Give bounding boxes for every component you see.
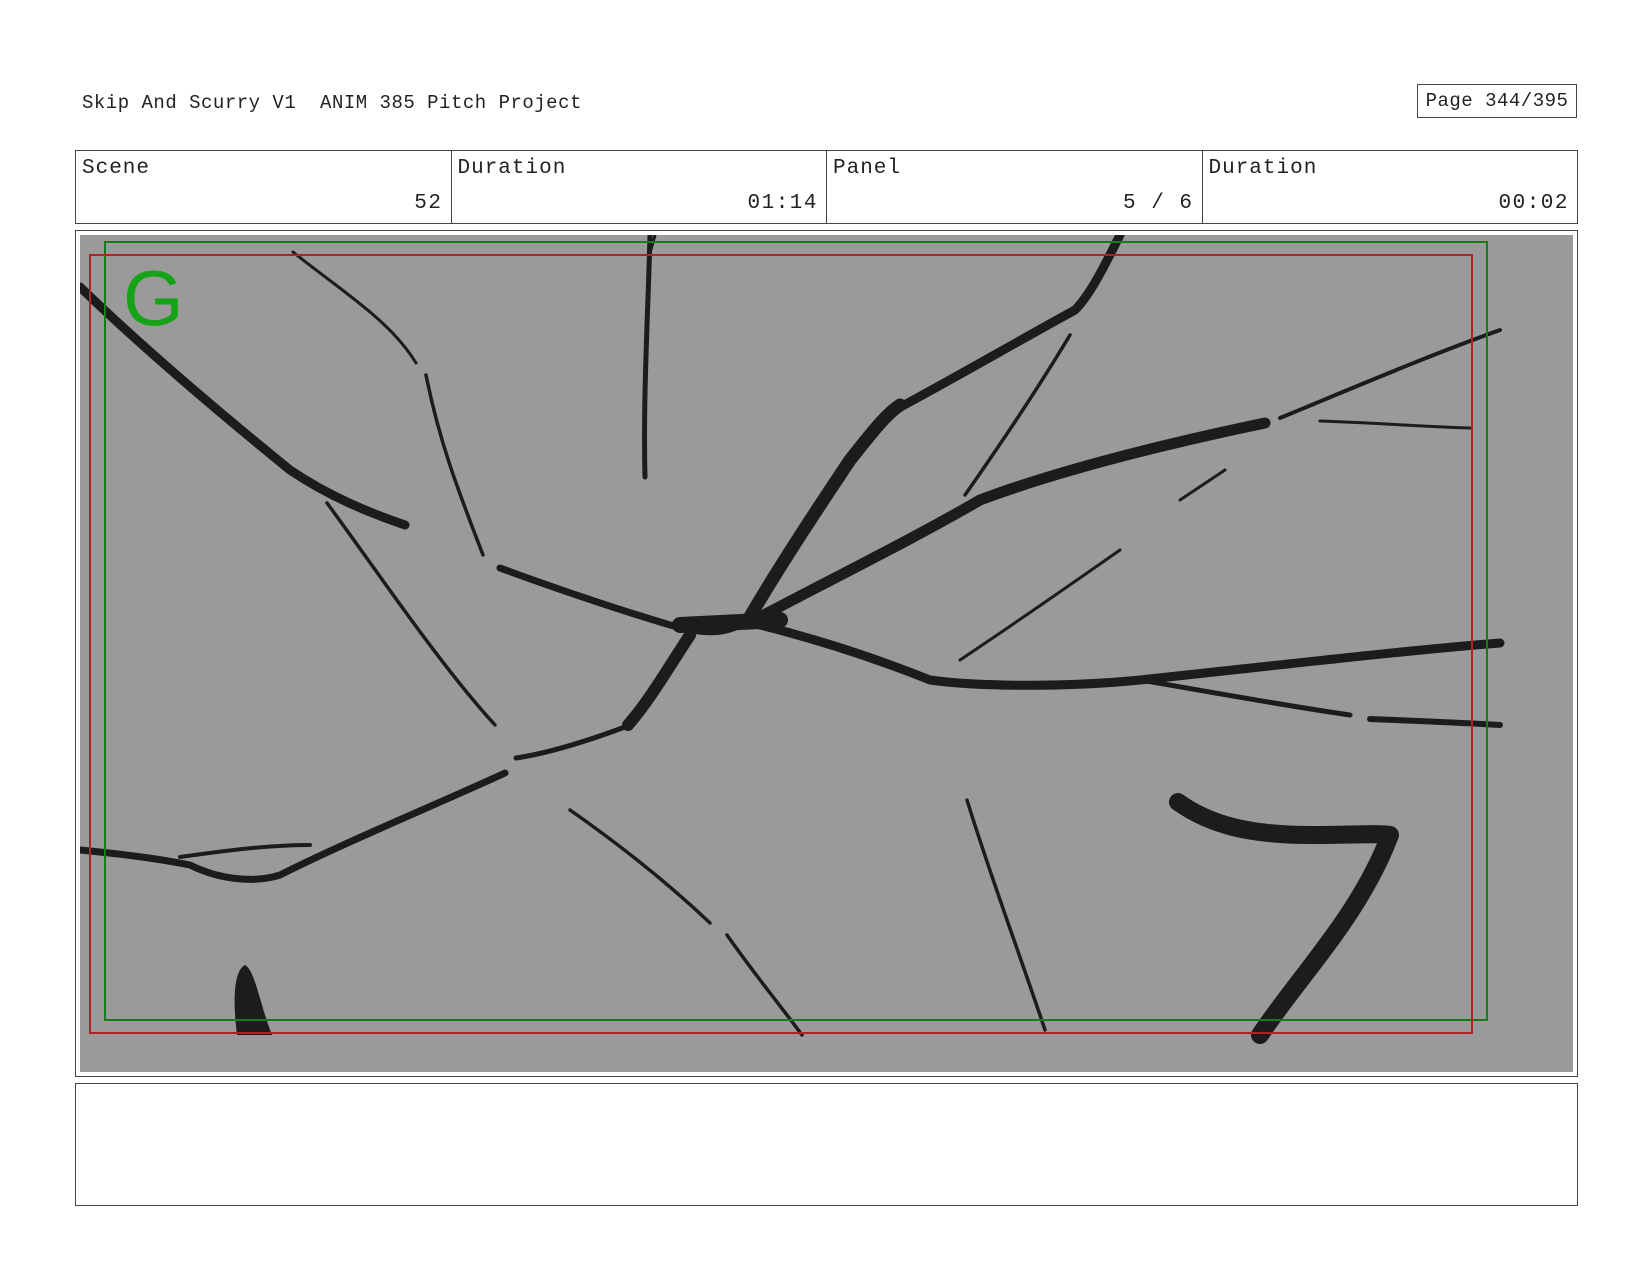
storyboard-panel-frame: G: [75, 230, 1578, 1077]
scene-info-table: Scene 52 Duration 01:14 Panel 5 / 6 Dura…: [75, 150, 1578, 224]
panel-duration-label: Duration: [1208, 157, 1318, 180]
bottom-left-shape: [234, 965, 272, 1035]
panel-value: 5 / 6: [1122, 192, 1194, 215]
panel-duration-value: 00:02: [1498, 192, 1569, 215]
guide-letter: G: [123, 254, 184, 342]
scene-duration-label: Duration: [457, 157, 567, 180]
storyboard-panel-image: G: [80, 235, 1573, 1072]
crack-lines: [80, 235, 1505, 1044]
scene-cell: Scene 52: [76, 151, 452, 223]
scene-duration-cell: Duration 01:14: [452, 151, 827, 223]
panel-label: Panel: [833, 157, 902, 180]
panel-duration-cell: Duration 00:02: [1203, 151, 1578, 223]
cracked-glass-drawing: [80, 235, 1505, 1044]
scene-duration-value: 01:14: [747, 192, 818, 215]
inner-safe-frame: [89, 254, 1473, 1034]
scene-label: Scene: [82, 157, 151, 180]
page-number: Page 344/395: [1417, 84, 1577, 118]
scene-value: 52: [414, 192, 443, 215]
panel-cell: Panel 5 / 6: [827, 151, 1203, 223]
document-title: Skip And Scurry V1 ANIM 385 Pitch Projec…: [82, 92, 582, 114]
notes-box: [75, 1083, 1578, 1206]
